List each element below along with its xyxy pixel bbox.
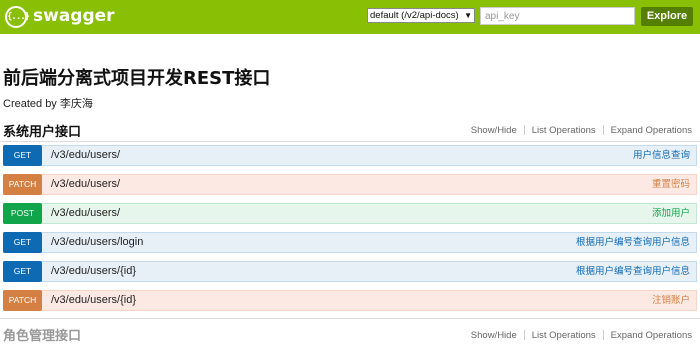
operation-row[interactable]: POST /v3/edu/users/ 添加用户 (3, 203, 697, 224)
operation-path[interactable]: /v3/edu/users/login (51, 233, 143, 252)
operation-summary[interactable]: 根据用户编号查询用户信息 (576, 233, 690, 252)
link-divider (523, 125, 525, 136)
resource-group-links: Show/Hide List Operations Expand Operation… (471, 125, 692, 136)
http-method-badge[interactable]: POST (3, 203, 42, 224)
link-divider (602, 330, 604, 341)
operation-row[interactable]: GET /v3/edu/users/login 根据用户编号查询用户信息 (3, 232, 697, 253)
http-method-badge[interactable]: GET (3, 232, 42, 253)
api-spec-select[interactable]: default (/v2/api-docs) ▼ (367, 8, 475, 23)
operation-path[interactable]: /v3/edu/users/ (51, 204, 120, 223)
http-method-badge[interactable]: GET (3, 145, 42, 166)
api-key-input[interactable] (480, 7, 635, 25)
operation-summary[interactable]: 根据用户编号查询用户信息 (576, 262, 690, 281)
http-method-badge[interactable]: GET (3, 261, 42, 282)
group-divider (0, 141, 700, 142)
http-method-badge[interactable]: PATCH (3, 174, 42, 195)
operation-row[interactable]: GET /v3/edu/users/{id} 根据用户编号查询用户信息 (3, 261, 697, 282)
operation-row[interactable]: PATCH /v3/edu/users/{id} 注销账户 (3, 290, 697, 311)
dropdown-arrow-icon: ▼ (464, 11, 472, 20)
operation-summary[interactable]: 添加用户 (652, 204, 690, 223)
show-hide-link[interactable]: Show/Hide (471, 125, 517, 136)
created-by: Created by 李庆海 (3, 98, 93, 110)
list-operations-link[interactable]: List Operations (532, 125, 596, 136)
group-divider (0, 318, 700, 319)
swagger-logo-text[interactable]: swagger (33, 5, 115, 27)
resource-group-title[interactable]: 角色管理接口 (3, 325, 81, 344)
resource-group-title[interactable]: 系统用户接口 (3, 121, 81, 140)
operation-summary[interactable]: 用户信息查询 (633, 146, 690, 165)
http-method-badge[interactable]: PATCH (3, 290, 42, 311)
explore-button[interactable]: Explore (641, 7, 693, 26)
operation-path[interactable]: /v3/edu/users/{id} (51, 291, 136, 310)
page-title: 前后端分离式项目开发REST接口 (3, 68, 271, 89)
expand-operations-link[interactable]: Expand Operations (611, 330, 692, 341)
operation-summary[interactable]: 重置密码 (652, 175, 690, 194)
operation-path[interactable]: /v3/edu/users/{id} (51, 262, 136, 281)
operation-summary[interactable]: 注销账户 (652, 291, 690, 310)
expand-operations-link[interactable]: Expand Operations (611, 125, 692, 136)
link-divider (602, 125, 604, 136)
swagger-logo-icon[interactable]: {...} (5, 6, 30, 28)
operation-path[interactable]: /v3/edu/users/ (51, 146, 120, 165)
operation-path[interactable]: /v3/edu/users/ (51, 175, 120, 194)
operation-row[interactable]: GET /v3/edu/users/ 用户信息查询 (3, 145, 697, 166)
top-bar: {...} swagger default (/v2/api-docs) ▼ E… (0, 0, 700, 34)
api-spec-select-value: default (/v2/api-docs) (370, 10, 459, 21)
resource-group-links: Show/Hide List Operations Expand Operation… (471, 330, 692, 341)
link-divider (523, 330, 525, 341)
list-operations-link[interactable]: List Operations (532, 330, 596, 341)
show-hide-link[interactable]: Show/Hide (471, 330, 517, 341)
operation-row[interactable]: PATCH /v3/edu/users/ 重置密码 (3, 174, 697, 195)
